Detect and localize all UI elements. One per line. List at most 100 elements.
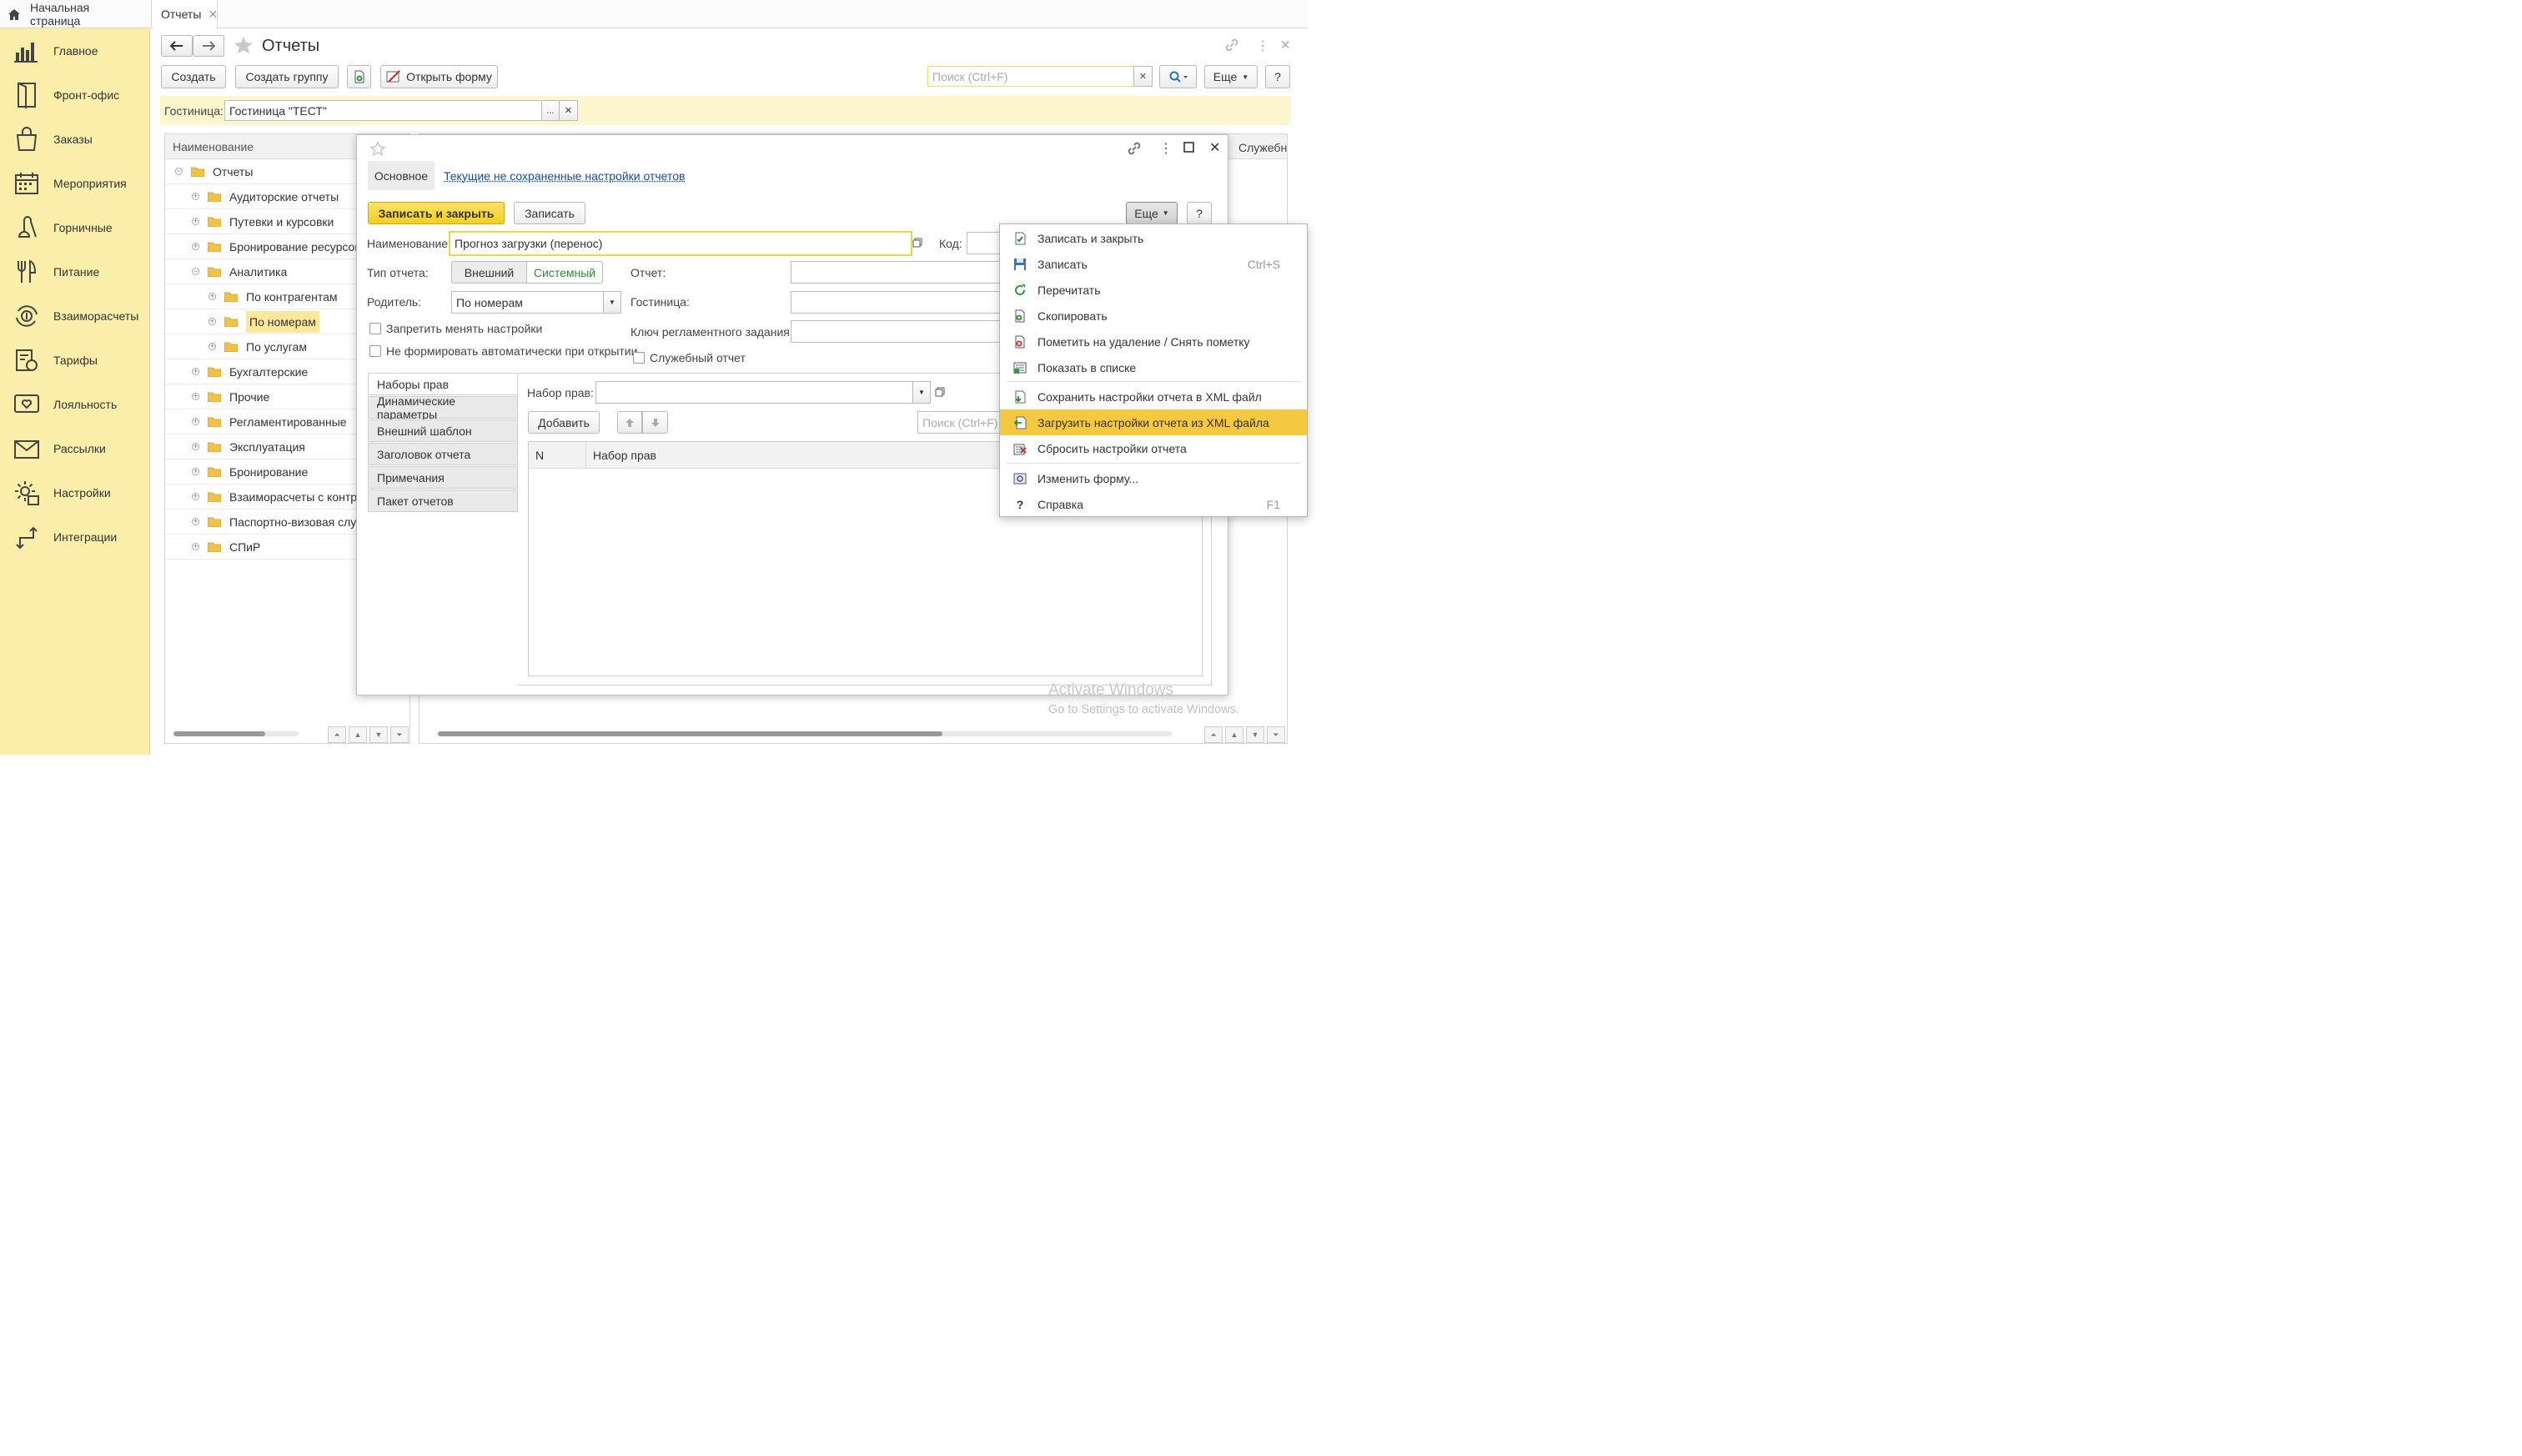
close-icon[interactable]: ✕ [1280, 38, 1291, 53]
vtab-report-package[interactable]: Пакет отчетов [368, 490, 518, 512]
name-field[interactable]: Прогноз загрузки (перенос) [449, 231, 912, 256]
tree-row[interactable]: + Регламентированные [165, 409, 359, 434]
scroll-up-button[interactable]: ▲ [349, 726, 367, 743]
tree-row[interactable]: + Взаиморасчеты с контра [165, 484, 359, 510]
favorite-star-icon[interactable] [370, 142, 385, 156]
expand-icon[interactable]: + [192, 193, 199, 200]
expand-icon[interactable]: + [208, 293, 216, 300]
collapse-icon[interactable]: − [175, 168, 183, 175]
tab-main[interactable]: Основное [368, 161, 435, 190]
help-button[interactable]: ? [1265, 65, 1290, 88]
sidebar-item-main[interactable]: Главное [0, 34, 150, 68]
tree-row[interactable]: + Бухгалтерские [165, 359, 359, 384]
menu-mark-delete[interactable]: Пометить на удаление / Снять пометку [1000, 329, 1307, 354]
expand-icon[interactable]: + [192, 443, 199, 450]
tab-unsaved-settings[interactable]: Текущие не сохраненные настройки отчетов [444, 169, 685, 183]
move-up-button[interactable] [617, 411, 642, 434]
vtab-dynamic-params[interactable]: Динамические параметры [368, 394, 518, 421]
tree-row[interactable]: + Паспортно-визовая служ [165, 510, 359, 535]
no-auto-generate-checkbox[interactable] [369, 345, 381, 357]
dialog-help-button[interactable]: ? [1187, 202, 1212, 224]
close-dialog-icon[interactable]: ✕ [1209, 139, 1220, 156]
open-form-button[interactable]: Открыть форму [380, 65, 498, 88]
parent-field[interactable]: По номерам [451, 291, 604, 314]
report-field[interactable] [791, 261, 1007, 284]
job-key-field[interactable] [791, 320, 1007, 343]
rights-search-input[interactable]: Поиск (Ctrl+F) [917, 411, 1001, 434]
collapse-icon[interactable]: − [192, 268, 199, 275]
rights-set-field[interactable] [595, 381, 914, 404]
forward-button[interactable] [193, 35, 224, 57]
create-button[interactable]: Создать [161, 65, 226, 88]
sidebar-item-settlements[interactable]: Взаиморасчеты [0, 299, 150, 333]
hotel-select-button[interactable]: ... [541, 100, 560, 121]
type-system-button[interactable]: Системный [526, 261, 603, 284]
code-field[interactable] [967, 232, 1000, 254]
tree-row[interactable]: − Аналитика [165, 259, 359, 284]
no-change-settings-checkbox[interactable] [369, 323, 381, 334]
tree-row[interactable]: + По услугам [165, 334, 359, 359]
vtab-report-header[interactable]: Заголовок отчета [368, 443, 518, 465]
dialog-more-button[interactable]: Еще ▼ [1126, 202, 1178, 224]
search-input[interactable]: Поиск (Ctrl+F) [927, 66, 1134, 87]
list-scroll-bottom-button[interactable]: ⏷ [1267, 726, 1285, 743]
sidebar-item-orders[interactable]: Заказы [0, 123, 150, 156]
hotel-field[interactable] [791, 291, 1007, 314]
menu-save[interactable]: Записать Ctrl+S [1000, 251, 1307, 277]
kebab-menu-icon[interactable]: ⋮ [1159, 140, 1173, 157]
service-report-checkbox[interactable] [633, 352, 645, 364]
sidebar-item-tariffs[interactable]: Тарифы [0, 344, 150, 377]
tree-row[interactable]: + Прочие [165, 384, 359, 409]
more-button[interactable]: Еще ▼ [1204, 65, 1258, 88]
vtab-notes[interactable]: Примечания [368, 466, 518, 489]
tree-row[interactable]: + Бронирование [165, 459, 359, 484]
sidebar-item-integrations[interactable]: Интеграции [0, 520, 150, 554]
expand-icon[interactable]: + [192, 468, 199, 475]
vtab-rights-sets[interactable]: Наборы прав [368, 373, 518, 395]
expand-icon[interactable]: + [192, 493, 199, 500]
tree-row[interactable]: + Аудиторские отчеты [165, 184, 359, 209]
move-down-button[interactable] [642, 411, 668, 434]
menu-save-close[interactable]: Записать и закрыть [1000, 225, 1307, 251]
expand-icon[interactable]: + [192, 218, 199, 225]
tab-reports[interactable]: Отчеты ✕ [153, 0, 218, 29]
hotel-clear-button[interactable]: ✕ [559, 100, 578, 121]
list-scroll-top-button[interactable]: ⏶ [1204, 726, 1223, 743]
rights-set-open-icon[interactable] [935, 387, 945, 397]
list-scroll-down-button[interactable]: ▼ [1246, 726, 1264, 743]
scroll-top-button[interactable]: ⏶ [328, 726, 346, 743]
expand-icon[interactable]: + [192, 543, 199, 550]
expand-icon[interactable]: + [192, 243, 199, 250]
clear-search-button[interactable]: ✕ [1133, 66, 1153, 87]
hotel-filter-field[interactable]: Гостиница "ТЕСТ" [224, 100, 542, 121]
menu-copy[interactable]: Скопировать [1000, 303, 1307, 329]
sidebar-item-events[interactable]: Мероприятия [0, 167, 150, 200]
expand-icon[interactable]: + [208, 343, 216, 350]
tree-row[interactable]: + СПиР [165, 535, 359, 560]
maximize-icon[interactable] [1183, 142, 1194, 153]
scroll-down-button[interactable]: ▼ [369, 726, 388, 743]
list-hscrollbar[interactable] [438, 731, 1172, 736]
menu-help[interactable]: ? Справка F1 [1000, 491, 1307, 517]
sidebar-item-mailings[interactable]: Рассылки [0, 432, 150, 465]
tree-row[interactable]: + По контрагентам [165, 284, 359, 309]
sidebar-item-maids[interactable]: Горничные [0, 211, 150, 244]
tree-row[interactable]: − Отчеты [165, 159, 359, 184]
link-icon[interactable] [1127, 142, 1142, 155]
close-tab-icon[interactable]: ✕ [208, 8, 218, 22]
type-external-button[interactable]: Внешний [451, 261, 527, 284]
menu-save-xml[interactable]: Сохранить настройки отчета в XML файл [1000, 384, 1307, 409]
menu-show-in-list[interactable]: Показать в списке [1000, 354, 1307, 380]
create-group-button[interactable]: Создать группу [235, 65, 339, 88]
link-icon[interactable] [1224, 38, 1239, 52]
sidebar-item-settings[interactable]: Настройки [0, 476, 150, 510]
rights-set-dropdown-button[interactable]: ▼ [912, 381, 931, 404]
tree-row[interactable]: + Бронирование ресурсов [165, 234, 359, 259]
sidebar-item-front-office[interactable]: Фронт-офис [0, 78, 150, 112]
tab-home[interactable]: Начальная страница [0, 0, 152, 28]
parent-dropdown-button[interactable]: ▼ [603, 291, 621, 314]
tree-row[interactable]: + Путевки и курсовки [165, 209, 359, 234]
save-and-close-button[interactable]: Записать и закрыть [368, 202, 505, 224]
back-button[interactable] [161, 35, 193, 57]
menu-change-form[interactable]: Изменить форму... [1000, 465, 1307, 491]
